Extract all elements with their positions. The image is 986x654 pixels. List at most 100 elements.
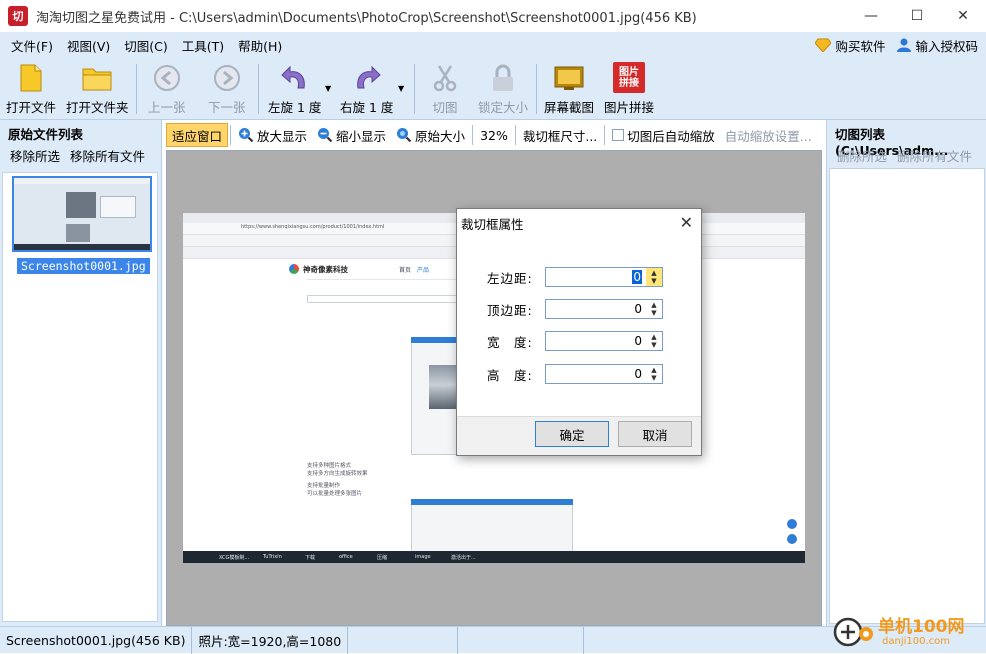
delete-selected-link[interactable]: 删除所选 <box>837 146 887 165</box>
menu-help[interactable]: 帮助(H) <box>231 36 289 55</box>
user-icon <box>897 38 912 52</box>
zoom-out-label: 缩小显示 <box>336 128 387 144</box>
status-segment-empty <box>458 626 585 654</box>
zoom-out-icon <box>318 128 333 143</box>
menu-file[interactable]: 文件(F) <box>4 36 60 55</box>
ok-button[interactable]: 确定 <box>535 421 609 447</box>
arrow-right-circle-icon <box>212 63 242 93</box>
open-folder-icon <box>82 63 112 93</box>
top-margin-spinbox[interactable]: 0 ▲ ▼ <box>545 299 663 319</box>
height-spin-arrows[interactable]: ▲ ▼ <box>646 365 662 383</box>
screen-capture-button[interactable]: 屏幕截图 <box>544 62 594 116</box>
rotate-left-dropdown-icon[interactable]: ▼ <box>325 84 331 93</box>
minimize-button[interactable]: — <box>848 0 894 32</box>
stitch-images-button[interactable]: 图片拼接 图片拼接 <box>604 62 654 116</box>
fit-window-button[interactable]: 适应窗口 <box>166 123 229 147</box>
spin-down-icon[interactable]: ▼ <box>651 374 656 382</box>
spin-up-icon[interactable]: ▲ <box>651 269 656 277</box>
toolbar-divider <box>136 64 137 114</box>
next-image-button[interactable]: 下一张 <box>208 62 246 116</box>
site-logo-icon <box>289 264 299 274</box>
height-value[interactable]: 0 <box>634 367 642 381</box>
crop-box-size-button[interactable]: 裁切框尺寸... <box>518 123 602 147</box>
menu-crop[interactable]: 切图(C) <box>117 36 174 55</box>
open-folder-button[interactable]: 打开文件夹 <box>66 62 129 116</box>
original-size-button[interactable]: 原始大小 <box>391 123 470 147</box>
stitch-images-icon: 图片拼接 <box>613 62 645 93</box>
width-spin-arrows[interactable]: ▲ ▼ <box>646 332 662 350</box>
zoom-in-label: 放大显示 <box>257 128 308 144</box>
status-segment-empty <box>348 626 459 654</box>
auto-zoom-checkbox[interactable]: 切图后自动缩放 <box>607 123 720 147</box>
rotate-right-dropdown-icon[interactable]: ▼ <box>398 84 404 93</box>
taskbar-item-1: XCG模板制... <box>219 555 250 561</box>
buy-software-link[interactable]: 购买软件 <box>815 36 885 55</box>
rotate-right-icon <box>352 63 382 93</box>
width-spinbox[interactable]: 0 ▲ ▼ <box>545 331 663 351</box>
width-label: 宽 度: <box>487 334 533 350</box>
height-spinbox[interactable]: 0 ▲ ▼ <box>545 364 663 384</box>
fit-window-label: 适应窗口 <box>172 128 223 144</box>
stitch-icon-text: 图片拼接 <box>619 66 639 89</box>
feature-text-1: 支持多种图片格式 <box>307 463 352 469</box>
diamond-icon <box>815 38 832 52</box>
toolbar-divider <box>258 64 259 114</box>
spin-down-icon[interactable]: ▼ <box>651 341 656 349</box>
rotate-left-button[interactable]: 左旋 1 度 <box>268 62 321 116</box>
crop-button[interactable]: 切图 <box>430 62 460 116</box>
left-margin-value[interactable]: 0 <box>632 270 642 284</box>
height-row: 高 度: 0 ▲ ▼ <box>487 364 663 384</box>
delete-all-files-link[interactable]: 删除所有文件 <box>897 146 972 165</box>
remove-all-files-link[interactable]: 移除所有文件 <box>70 146 145 165</box>
left-margin-spin-arrows[interactable]: ▲ ▼ <box>646 268 662 286</box>
scissors-icon <box>430 63 460 93</box>
top-margin-row: 顶边距: 0 ▲ ▼ <box>487 299 663 319</box>
auto-zoom-settings-button[interactable]: 自动缩放设置... <box>720 123 817 147</box>
enter-license-link[interactable]: 输入授权码 <box>897 36 978 55</box>
site-watermark: 单机100网 danji100.com <box>832 610 982 652</box>
spin-up-icon[interactable]: ▲ <box>651 333 656 341</box>
width-value[interactable]: 0 <box>634 334 642 348</box>
stitch-images-label: 图片拼接 <box>604 100 655 115</box>
rotate-right-button[interactable]: 右旋 1 度 <box>340 62 393 116</box>
remove-selected-link[interactable]: 移除所选 <box>10 146 60 165</box>
magnifier-icon <box>397 128 412 143</box>
lock-icon <box>488 63 518 93</box>
cancel-button[interactable]: 取消 <box>618 421 692 447</box>
spin-up-icon[interactable]: ▲ <box>651 301 656 309</box>
source-file-list: Screenshot0001.jpg <box>2 172 158 622</box>
lock-size-button[interactable]: 锁定大小 <box>478 62 528 116</box>
crop-label: 切图 <box>432 100 458 115</box>
menu-view[interactable]: 视图(V) <box>60 36 117 55</box>
view-divider <box>472 125 474 145</box>
prev-image-button[interactable]: 上一张 <box>148 62 186 116</box>
top-margin-spin-arrows[interactable]: ▲ ▼ <box>646 300 662 318</box>
taskbar-item-4: office <box>339 554 353 560</box>
top-margin-value[interactable]: 0 <box>634 302 642 316</box>
file-name-label[interactable]: Screenshot0001.jpg <box>17 258 150 274</box>
file-thumbnail[interactable] <box>12 176 152 252</box>
dialog-close-icon[interactable]: ✕ <box>680 213 693 232</box>
zoom-out-button[interactable]: 缩小显示 <box>312 123 391 147</box>
spin-up-icon[interactable]: ▲ <box>651 366 656 374</box>
open-folder-label: 打开文件夹 <box>66 100 129 115</box>
zoom-level-display: 32% <box>475 123 513 147</box>
taskbar-item-7: 激活出于... <box>451 555 476 561</box>
crop-box-size-label: 裁切框尺寸... <box>522 128 598 144</box>
title-bar: 切 淘淘切图之星免费试用 - C:\Users\admin\Documents\… <box>0 0 986 32</box>
window-title: 淘淘切图之星免费试用 - C:\Users\admin\Documents\Ph… <box>36 10 697 26</box>
rotate-left-icon <box>280 63 310 93</box>
left-margin-spinbox[interactable]: 0 ▲ ▼ <box>545 267 663 287</box>
maximize-button[interactable]: ☐ <box>894 0 940 32</box>
taskbar-item-5: 压缩 <box>377 555 388 561</box>
close-button[interactable]: ✕ <box>940 0 986 32</box>
zoom-in-button[interactable]: 放大显示 <box>233 123 312 147</box>
spin-down-icon[interactable]: ▼ <box>651 309 656 317</box>
menu-tools[interactable]: 工具(T) <box>175 36 231 55</box>
auto-zoom-checkbox-box[interactable] <box>612 129 625 141</box>
view-toolbar: 适应窗口 放大显示 缩小显示 原始大小 32% 裁切框尺寸... 切图后自动缩放… <box>166 122 817 148</box>
open-file-button[interactable]: 打开文件 <box>6 62 56 116</box>
spin-down-icon[interactable]: ▼ <box>651 277 656 285</box>
height-label: 高 度: <box>487 367 533 383</box>
auto-zoom-settings-label: 自动缩放设置... <box>724 128 812 144</box>
